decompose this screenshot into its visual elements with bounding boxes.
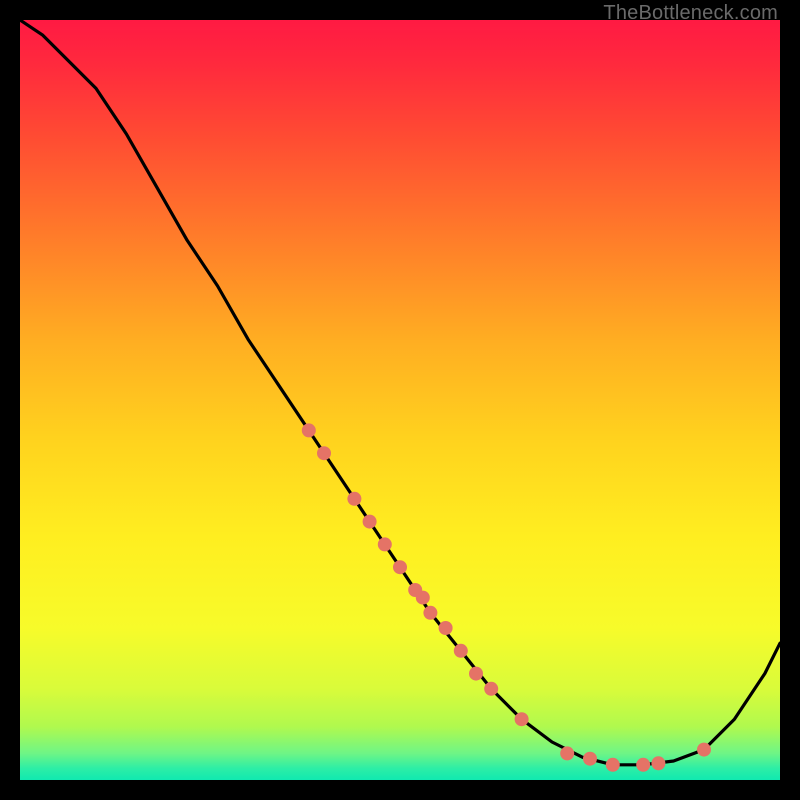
marker-point: [469, 667, 483, 681]
marker-point: [484, 682, 498, 696]
gradient-background: [20, 20, 780, 780]
marker-point: [439, 621, 453, 635]
marker-point: [560, 746, 574, 760]
marker-point: [583, 752, 597, 766]
marker-point: [423, 606, 437, 620]
marker-point: [317, 446, 331, 460]
watermark-text: TheBottleneck.com: [603, 2, 778, 25]
marker-point: [515, 712, 529, 726]
marker-point: [393, 560, 407, 574]
marker-point: [378, 537, 392, 551]
marker-point: [347, 492, 361, 506]
marker-point: [302, 423, 316, 437]
marker-point: [651, 756, 665, 770]
chart-svg: [20, 20, 780, 780]
marker-point: [697, 743, 711, 757]
marker-point: [363, 515, 377, 529]
chart-frame: [20, 20, 780, 780]
marker-point: [636, 758, 650, 772]
marker-point: [454, 644, 468, 658]
marker-point: [416, 591, 430, 605]
marker-point: [606, 758, 620, 772]
